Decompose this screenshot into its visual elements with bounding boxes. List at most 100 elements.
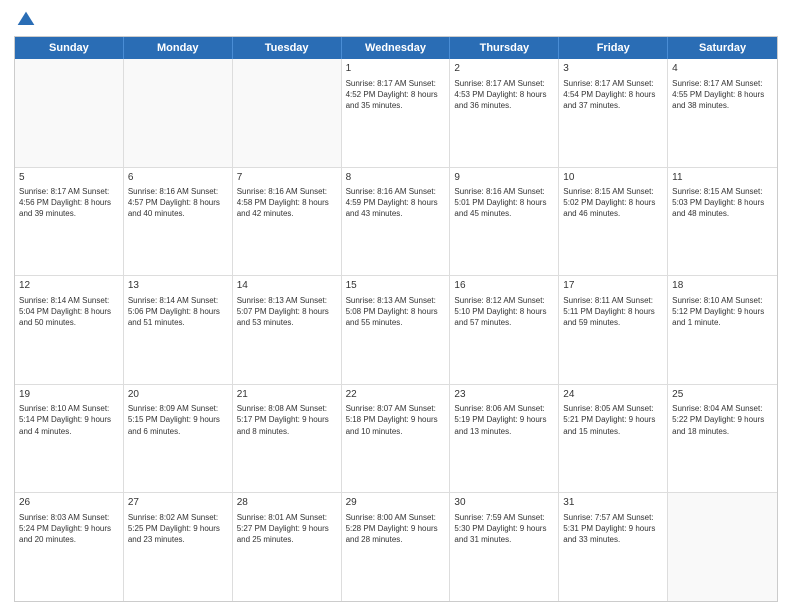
calendar-cell: 22Sunrise: 8:07 AM Sunset: 5:18 PM Dayli…: [342, 385, 451, 493]
calendar-cell: 30 Sunrise: 7:59 AM Sunset: 5:30 PM Dayli…: [450, 493, 559, 601]
calendar-cell: 13 Sunrise: 8:14 AM Sunset: 5:06 PM Dayli…: [124, 276, 233, 384]
calendar-header: SundayMondayTuesdayWednesdayThursdayFrid…: [15, 37, 777, 59]
weekday-header: Thursday: [450, 37, 559, 59]
weekday-header: Wednesday: [342, 37, 451, 59]
day-number: 1: [346, 62, 446, 76]
day-number: 20: [128, 388, 228, 402]
day-info: Sunrise: 8:01 AM Sunset: 5:27 PM Dayligh…: [237, 512, 337, 546]
day-info: Sunrise: 8:08 AM Sunset: 5:17 PM Dayligh…: [237, 403, 337, 437]
day-number: 11: [672, 171, 773, 185]
calendar-cell: [124, 59, 233, 167]
day-info: Sunrise: 8:07 AM Sunset: 5:18 PM Dayligh…: [346, 403, 446, 437]
day-number: 2: [454, 62, 554, 76]
day-number: 13: [128, 279, 228, 293]
day-number: 15: [346, 279, 446, 293]
calendar-body: 1 Sunrise: 8:17 AM Sunset: 4:52 PM Daylig…: [15, 59, 777, 601]
day-number: 12: [19, 279, 119, 293]
calendar-cell: 5Sunrise: 8:17 AM Sunset: 4:56 PM Daylig…: [15, 168, 124, 276]
day-number: 7: [237, 171, 337, 185]
day-info: Sunrise: 8:03 AM Sunset: 5:24 PM Dayligh…: [19, 512, 119, 546]
calendar-cell: 4 Sunrise: 8:17 AM Sunset: 4:55 PM Daylig…: [668, 59, 777, 167]
day-info: Sunrise: 8:05 AM Sunset: 5:21 PM Dayligh…: [563, 403, 663, 437]
day-number: 3: [563, 62, 663, 76]
day-info: Sunrise: 8:06 AM Sunset: 5:19 PM Dayligh…: [454, 403, 554, 437]
calendar-cell: 29Sunrise: 8:00 AM Sunset: 5:28 PM Dayli…: [342, 493, 451, 601]
day-number: 31: [563, 496, 663, 510]
calendar-row: 26 Sunrise: 8:03 AM Sunset: 5:24 PM Dayli…: [15, 492, 777, 601]
day-info: Sunrise: 8:17 AM Sunset: 4:54 PM Dayligh…: [563, 78, 663, 112]
calendar-cell: 25Sunrise: 8:04 AM Sunset: 5:22 PM Dayli…: [668, 385, 777, 493]
calendar-cell: 14 Sunrise: 8:13 AM Sunset: 5:07 PM Dayli…: [233, 276, 342, 384]
day-number: 28: [237, 496, 337, 510]
calendar-cell: [668, 493, 777, 601]
day-number: 9: [454, 171, 554, 185]
day-info: Sunrise: 7:57 AM Sunset: 5:31 PM Dayligh…: [563, 512, 663, 546]
calendar-cell: 31 Sunrise: 7:57 AM Sunset: 5:31 PM Dayli…: [559, 493, 668, 601]
calendar-cell: 27Sunrise: 8:02 AM Sunset: 5:25 PM Dayli…: [124, 493, 233, 601]
weekday-header: Sunday: [15, 37, 124, 59]
header: [14, 10, 778, 30]
day-info: Sunrise: 8:13 AM Sunset: 5:07 PM Dayligh…: [237, 295, 337, 329]
calendar-cell: 11Sunrise: 8:15 AM Sunset: 5:03 PM Dayli…: [668, 168, 777, 276]
page: SundayMondayTuesdayWednesdayThursdayFrid…: [0, 0, 792, 612]
calendar-cell: 8Sunrise: 8:16 AM Sunset: 4:59 PM Daylig…: [342, 168, 451, 276]
day-info: Sunrise: 8:16 AM Sunset: 4:57 PM Dayligh…: [128, 186, 228, 220]
day-info: Sunrise: 8:10 AM Sunset: 5:14 PM Dayligh…: [19, 403, 119, 437]
day-number: 19: [19, 388, 119, 402]
day-info: Sunrise: 8:02 AM Sunset: 5:25 PM Dayligh…: [128, 512, 228, 546]
day-info: Sunrise: 8:15 AM Sunset: 5:03 PM Dayligh…: [672, 186, 773, 220]
day-info: Sunrise: 8:09 AM Sunset: 5:15 PM Dayligh…: [128, 403, 228, 437]
weekday-header: Monday: [124, 37, 233, 59]
day-info: Sunrise: 8:17 AM Sunset: 4:56 PM Dayligh…: [19, 186, 119, 220]
calendar-cell: 26 Sunrise: 8:03 AM Sunset: 5:24 PM Dayli…: [15, 493, 124, 601]
day-info: Sunrise: 8:16 AM Sunset: 4:59 PM Dayligh…: [346, 186, 446, 220]
day-info: Sunrise: 8:14 AM Sunset: 5:04 PM Dayligh…: [19, 295, 119, 329]
day-number: 21: [237, 388, 337, 402]
day-number: 10: [563, 171, 663, 185]
day-number: 18: [672, 279, 773, 293]
calendar-row: 1 Sunrise: 8:17 AM Sunset: 4:52 PM Daylig…: [15, 59, 777, 167]
day-number: 14: [237, 279, 337, 293]
day-number: 26: [19, 496, 119, 510]
day-info: Sunrise: 8:11 AM Sunset: 5:11 PM Dayligh…: [563, 295, 663, 329]
calendar-cell: [15, 59, 124, 167]
weekday-header: Saturday: [668, 37, 777, 59]
day-number: 4: [672, 62, 773, 76]
day-number: 25: [672, 388, 773, 402]
day-number: 24: [563, 388, 663, 402]
logo: [14, 10, 36, 30]
day-info: Sunrise: 8:14 AM Sunset: 5:06 PM Dayligh…: [128, 295, 228, 329]
logo-icon: [16, 10, 36, 30]
weekday-header: Tuesday: [233, 37, 342, 59]
calendar-cell: 1 Sunrise: 8:17 AM Sunset: 4:52 PM Daylig…: [342, 59, 451, 167]
day-number: 22: [346, 388, 446, 402]
calendar-cell: 20Sunrise: 8:09 AM Sunset: 5:15 PM Dayli…: [124, 385, 233, 493]
day-number: 29: [346, 496, 446, 510]
day-number: 16: [454, 279, 554, 293]
calendar-cell: [233, 59, 342, 167]
calendar-row: 19Sunrise: 8:10 AM Sunset: 5:14 PM Dayli…: [15, 384, 777, 493]
calendar-cell: 6Sunrise: 8:16 AM Sunset: 4:57 PM Daylig…: [124, 168, 233, 276]
day-info: Sunrise: 8:17 AM Sunset: 4:52 PM Dayligh…: [346, 78, 446, 112]
calendar-cell: 28 Sunrise: 8:01 AM Sunset: 5:27 PM Dayli…: [233, 493, 342, 601]
day-number: 8: [346, 171, 446, 185]
day-number: 6: [128, 171, 228, 185]
day-info: Sunrise: 7:59 AM Sunset: 5:30 PM Dayligh…: [454, 512, 554, 546]
day-info: Sunrise: 8:16 AM Sunset: 5:01 PM Dayligh…: [454, 186, 554, 220]
day-number: 30: [454, 496, 554, 510]
calendar-cell: 7Sunrise: 8:16 AM Sunset: 4:58 PM Daylig…: [233, 168, 342, 276]
calendar-cell: 12 Sunrise: 8:14 AM Sunset: 5:04 PM Dayli…: [15, 276, 124, 384]
calendar-cell: 18Sunrise: 8:10 AM Sunset: 5:12 PM Dayli…: [668, 276, 777, 384]
day-info: Sunrise: 8:17 AM Sunset: 4:53 PM Dayligh…: [454, 78, 554, 112]
day-info: Sunrise: 8:17 AM Sunset: 4:55 PM Dayligh…: [672, 78, 773, 112]
day-info: Sunrise: 8:04 AM Sunset: 5:22 PM Dayligh…: [672, 403, 773, 437]
weekday-header: Friday: [559, 37, 668, 59]
calendar-cell: 3 Sunrise: 8:17 AM Sunset: 4:54 PM Daylig…: [559, 59, 668, 167]
day-number: 23: [454, 388, 554, 402]
calendar-cell: 9Sunrise: 8:16 AM Sunset: 5:01 PM Daylig…: [450, 168, 559, 276]
calendar-row: 12 Sunrise: 8:14 AM Sunset: 5:04 PM Dayli…: [15, 275, 777, 384]
calendar-cell: 23Sunrise: 8:06 AM Sunset: 5:19 PM Dayli…: [450, 385, 559, 493]
calendar: SundayMondayTuesdayWednesdayThursdayFrid…: [14, 36, 778, 602]
calendar-cell: 24Sunrise: 8:05 AM Sunset: 5:21 PM Dayli…: [559, 385, 668, 493]
calendar-cell: 19Sunrise: 8:10 AM Sunset: 5:14 PM Dayli…: [15, 385, 124, 493]
